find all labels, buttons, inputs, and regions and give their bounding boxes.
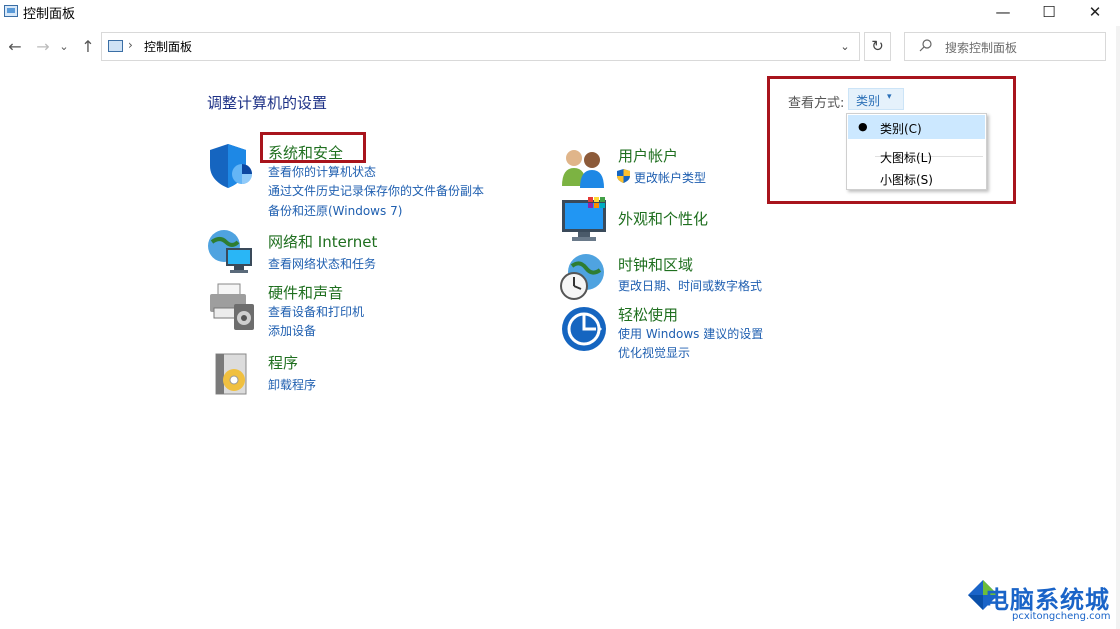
category-ease-of-access[interactable]: 轻松使用 xyxy=(618,304,678,325)
forward-button[interactable]: → xyxy=(33,37,53,57)
recent-locations-button[interactable]: ⌄ xyxy=(57,37,71,57)
page-title: 调整计算机的设置 xyxy=(207,94,328,112)
shield-icon[interactable] xyxy=(208,142,258,192)
link-backup-restore[interactable]: 备份和还原(Windows 7) xyxy=(268,202,402,219)
link-file-history-backup[interactable]: 通过文件历史记录保存你的文件备份副本 xyxy=(268,182,484,199)
link-recommended-settings[interactable]: 使用 Windows 建议的设置 xyxy=(618,325,763,342)
search-icon xyxy=(919,39,932,56)
close-button[interactable]: ✕ xyxy=(1072,0,1118,26)
breadcrumb-control-panel[interactable]: 控制面板 xyxy=(144,38,192,55)
link-add-device[interactable]: 添加设备 xyxy=(268,322,316,339)
category-appearance-personalization[interactable]: 外观和个性化 xyxy=(618,208,708,229)
link-optimize-visual-display[interactable]: 优化视觉显示 xyxy=(618,344,690,361)
refresh-button[interactable]: ↻ xyxy=(864,32,891,61)
back-button[interactable]: ← xyxy=(5,37,25,57)
network-globe-icon[interactable] xyxy=(206,228,256,278)
highlight-box-view-by xyxy=(767,76,1016,204)
control-panel-icon xyxy=(108,40,123,52)
window-title: 控制面板 xyxy=(23,7,76,22)
watermark-text: 电脑系统城 xyxy=(985,586,1110,614)
programs-disc-icon[interactable] xyxy=(210,350,260,400)
scrollbar[interactable] xyxy=(1116,26,1120,629)
control-panel-app-icon xyxy=(4,5,18,17)
users-icon[interactable] xyxy=(560,146,610,196)
minimize-button[interactable]: — xyxy=(980,0,1026,26)
address-bar[interactable]: › 控制面板 ⌄ xyxy=(101,32,860,61)
category-user-accounts[interactable]: 用户帐户 xyxy=(618,145,678,166)
link-uninstall-program[interactable]: 卸载程序 xyxy=(268,376,316,393)
watermark-url: pcxitongcheng.com xyxy=(1012,611,1111,622)
link-change-account-type[interactable]: 更改帐户类型 xyxy=(634,169,706,186)
clock-globe-icon[interactable] xyxy=(558,252,608,302)
category-network-internet[interactable]: 网络和 Internet xyxy=(268,231,377,252)
category-hardware-sound[interactable]: 硬件和声音 xyxy=(268,282,343,303)
category-programs[interactable]: 程序 xyxy=(268,352,298,373)
printer-speaker-icon[interactable] xyxy=(208,282,258,332)
link-network-status[interactable]: 查看网络状态和任务 xyxy=(268,255,376,272)
address-dropdown-button[interactable]: ⌄ xyxy=(835,37,855,57)
link-view-computer-status[interactable]: 查看你的计算机状态 xyxy=(268,163,376,180)
up-button[interactable]: ↑ xyxy=(78,37,98,57)
uac-shield-icon xyxy=(617,168,630,183)
monitor-palette-icon[interactable] xyxy=(560,196,610,246)
search-input[interactable]: 搜索控制面板 xyxy=(904,32,1106,61)
title-bar: 控制面板 — ☐ ✕ xyxy=(0,0,1120,26)
category-clock-region[interactable]: 时钟和区域 xyxy=(618,254,693,275)
ease-of-access-icon[interactable] xyxy=(560,305,610,355)
breadcrumb-chevron-icon[interactable]: › xyxy=(128,38,133,52)
search-placeholder: 搜索控制面板 xyxy=(945,41,1018,55)
link-devices-printers[interactable]: 查看设备和打印机 xyxy=(268,303,364,320)
maximize-button[interactable]: ☐ xyxy=(1026,0,1072,26)
link-change-date-time-format[interactable]: 更改日期、时间或数字格式 xyxy=(618,277,762,294)
category-system-security[interactable]: 系统和安全 xyxy=(268,142,343,163)
